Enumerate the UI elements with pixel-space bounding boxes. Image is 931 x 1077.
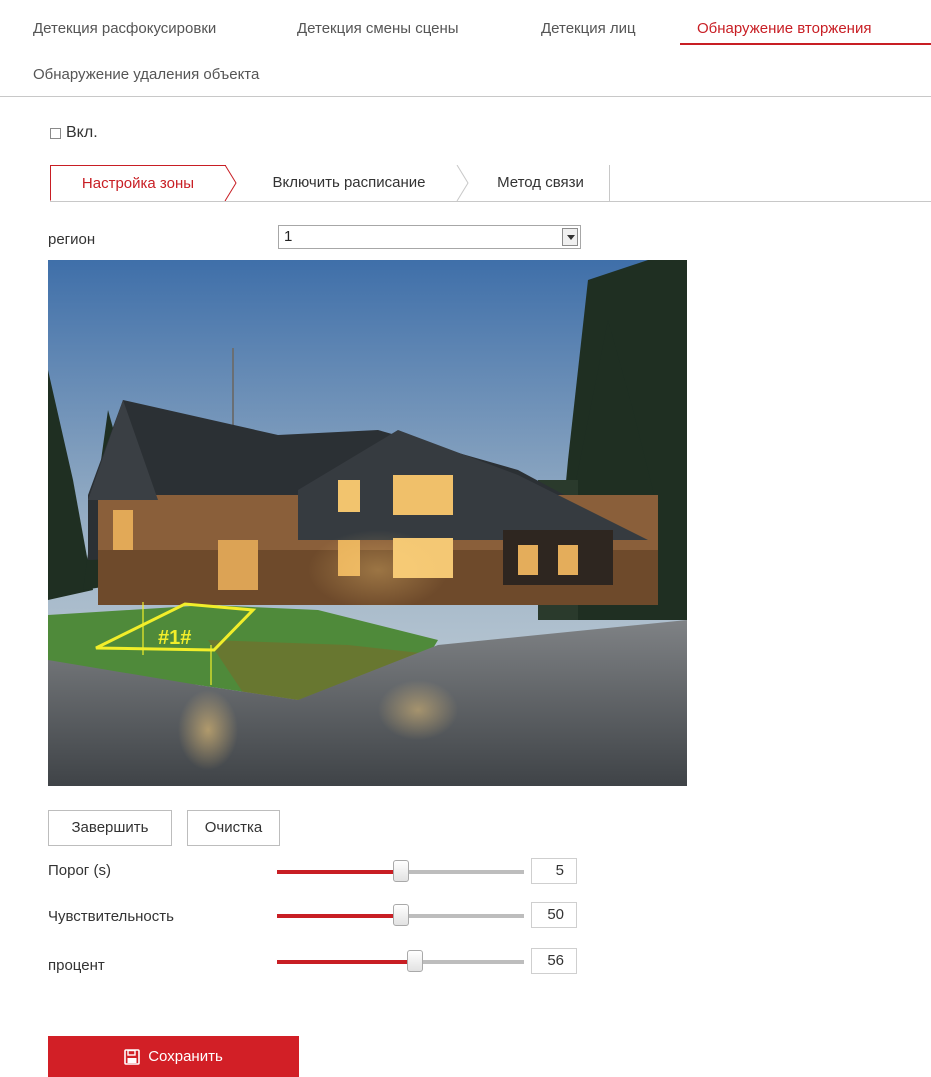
enable-row: Вкл. — [50, 124, 98, 142]
threshold-label: Порог (s) — [48, 862, 111, 879]
sensitivity-slider-thumb[interactable] — [392, 904, 409, 926]
region-select-value: 1 — [284, 228, 293, 245]
percent-slider-thumb[interactable] — [407, 950, 424, 972]
chevron-right-icon — [224, 165, 237, 201]
enable-checkbox[interactable] — [50, 127, 61, 139]
threshold-slider-fill — [277, 870, 401, 874]
subtab-area-settings-label: Настройка зоны — [81, 175, 195, 192]
region-label: регион — [48, 231, 96, 248]
tab-face-detection[interactable]: Детекция лиц — [541, 20, 636, 37]
detection-tabs: Детекция расфокусировки Детекция смены с… — [0, 0, 931, 97]
settings-subtabs: Настройка зоны Включить расписание Метод… — [50, 165, 931, 202]
floppy-disk-icon — [124, 1048, 141, 1065]
sensitivity-value-field[interactable]: 50 — [531, 902, 577, 928]
finish-button[interactable]: Завершить — [48, 810, 172, 846]
tab-defocus-detection[interactable]: Детекция расфокусировки — [33, 20, 216, 37]
dropdown-arrow-icon[interactable] — [562, 228, 578, 246]
subtab-linkage-method[interactable]: Метод связи — [472, 165, 610, 201]
sensitivity-label: Чувствительность — [48, 908, 174, 925]
sensitivity-slider[interactable] — [277, 904, 524, 926]
region-select[interactable]: 1 — [278, 225, 581, 249]
percent-slider-fill — [277, 960, 416, 964]
save-button[interactable]: Сохранить — [48, 1036, 299, 1077]
sensitivity-slider-fill — [277, 914, 401, 918]
live-view-canvas[interactable]: #1# — [48, 260, 687, 786]
subtab-arming-schedule-label: Включить расписание — [272, 174, 426, 191]
threshold-slider[interactable] — [277, 860, 524, 882]
clear-button[interactable]: Очистка — [187, 810, 280, 846]
threshold-slider-thumb[interactable] — [392, 860, 409, 882]
chevron-right-icon — [456, 165, 469, 201]
zone-label: #1# — [158, 627, 191, 649]
tab-scene-change-detection[interactable]: Детекция смены сцены — [297, 20, 459, 37]
tab-intrusion-detection[interactable]: Обнаружение вторжения — [697, 20, 871, 37]
tab-object-removal-detection[interactable]: Обнаружение удаления объекта — [33, 66, 259, 83]
subtab-area-settings[interactable]: Настройка зоны — [50, 165, 226, 201]
percent-label: процент — [48, 957, 105, 974]
save-label: Сохранить — [148, 1048, 223, 1065]
percent-value-field[interactable]: 56 — [531, 948, 577, 974]
percent-slider[interactable] — [277, 950, 524, 972]
subtab-linkage-method-label: Метод связи — [497, 174, 584, 191]
enable-label: Вкл. — [66, 124, 98, 141]
subtab-arming-schedule[interactable]: Включить расписание — [240, 165, 458, 201]
threshold-value-field[interactable]: 5 — [531, 858, 577, 884]
active-tab-underline — [680, 43, 931, 45]
